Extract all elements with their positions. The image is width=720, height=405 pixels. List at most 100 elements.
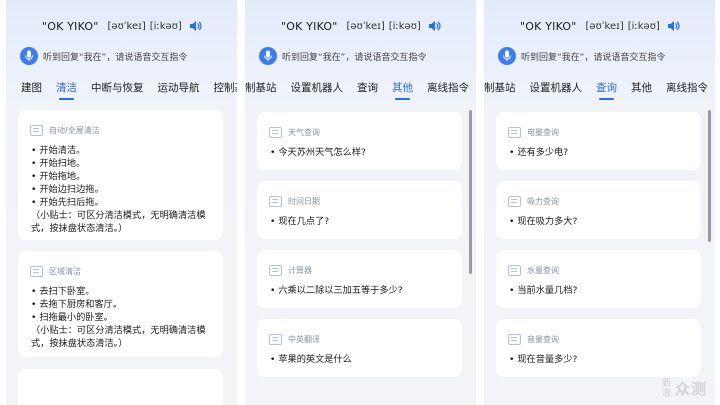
- command-card: 计算器 六乘以二除以三加五等于多少?: [257, 250, 462, 308]
- command-card: 吸力查询 现在吸力多大?: [496, 181, 701, 239]
- microphone-icon[interactable]: [259, 47, 277, 65]
- card-title: 天气查询: [288, 127, 320, 137]
- voice-guide-panel-other: "OK YIKO" [əʊˈkeɪ] [iːkəʊ] 听到回复“我在”，请说语音…: [245, 0, 476, 405]
- phonetic-1: [əʊˈkeɪ]: [585, 20, 624, 32]
- voice-hint: 听到回复“我在”，请说语音交互指令: [259, 46, 476, 66]
- category-icon: [269, 126, 282, 138]
- microphone-icon[interactable]: [498, 47, 516, 65]
- command-item: 开始扫地。: [18, 157, 223, 170]
- tab-offline-commands[interactable]: 离线指令: [427, 80, 469, 100]
- command-item: 现在几点了?: [257, 215, 462, 228]
- hint-text: 听到回复“我在”，请说语音交互指令: [43, 52, 188, 63]
- category-icon: [508, 264, 521, 276]
- command-card: 水量查询 当前水量几档?: [496, 250, 701, 308]
- card-title: 电量查询: [527, 127, 559, 137]
- phonetic-2: [iːkəʊ]: [149, 20, 182, 32]
- command-item: 去扫下卧室。: [18, 285, 223, 298]
- wake-word: "OK YIKO": [520, 19, 577, 33]
- voice-guide-panel-query: "OK YIKO" [əʊˈkeɪ] [iːkəʊ] 听到回复“我在”，请说语音…: [484, 0, 715, 405]
- voice-guide-panel-cleaning: "OK YIKO" [əʊˈkeɪ] [iːkəʊ] 听到回复“我在”，请说语音…: [6, 0, 237, 405]
- category-icon: [508, 195, 521, 207]
- tab-motion-navigation[interactable]: 运动导航: [158, 80, 200, 100]
- watermark-brand: 众测: [674, 380, 707, 398]
- tab-query[interactable]: 查询: [357, 80, 378, 100]
- command-card: 区域清洁 去扫下卧室。 去拖下厨房和客厅。 扫拖最小的卧室。 （小贴士：可区分清…: [18, 251, 223, 357]
- tab-robot-settings[interactable]: 设置机器人: [291, 80, 344, 100]
- card-title: 区域清洁: [49, 266, 81, 276]
- scrollbar[interactable]: [708, 110, 711, 242]
- tab-build-map[interactable]: 建图: [21, 80, 42, 100]
- command-card: 中英翻译 苹果的英文是什么: [257, 319, 462, 377]
- wake-word-row: "OK YIKO" [əʊˈkeɪ] [iːkəʊ]: [281, 16, 476, 36]
- tab-interrupt-resume[interactable]: 中断与恢复: [91, 80, 144, 100]
- command-card: 自动/全屋清洁 开始清洁。 开始扫地。 开始拖地。 开始边扫边拖。 开始先扫后拖…: [18, 110, 223, 240]
- hint-text: 听到回复“我在”，请说语音交互指令: [282, 52, 427, 63]
- command-item: 当前水量几档?: [496, 284, 701, 297]
- wake-word-row: "OK YIKO" [əʊˈkeɪ] [iːkəʊ]: [520, 16, 715, 36]
- category-icon: [30, 124, 43, 136]
- command-item: 现在吸力多大?: [496, 215, 701, 228]
- scrollbar[interactable]: [469, 110, 472, 274]
- phonetic-2: [iːkəʊ]: [627, 20, 660, 32]
- category-tabs: 制基站 设置机器人 查询 其他 离线指令: [484, 80, 708, 100]
- command-item: 苹果的英文是什么: [257, 353, 462, 366]
- phonetic-2: [iːkəʊ]: [388, 20, 421, 32]
- command-item: 开始清洁。: [18, 144, 223, 157]
- wake-word-row: "OK YIKO" [əʊˈkeɪ] [iːkəʊ]: [42, 16, 237, 36]
- category-icon: [30, 265, 43, 277]
- command-card: 电量查询 还有多少电?: [496, 112, 701, 170]
- voice-hint: 听到回复“我在”，请说语音交互指令: [498, 46, 715, 66]
- category-icon: [508, 126, 521, 138]
- command-item: 现在音量多少?: [496, 353, 701, 366]
- card-title: 音量查询: [527, 334, 559, 344]
- command-item: 还有多少电?: [496, 146, 701, 159]
- speaker-icon[interactable]: [427, 19, 441, 33]
- tab-query[interactable]: 查询: [596, 80, 617, 100]
- phonetic-1: [əʊˈkeɪ]: [346, 20, 385, 32]
- tab-other[interactable]: 其他: [631, 80, 652, 100]
- watermark-char: 新: [661, 378, 671, 389]
- tab-offline-commands[interactable]: 离线指令: [666, 80, 708, 100]
- microphone-icon[interactable]: [20, 47, 38, 65]
- category-icon: [269, 264, 282, 276]
- card-title: 水量查询: [527, 265, 559, 275]
- command-item: 开始边扫边拖。: [18, 183, 223, 196]
- voice-hint: 听到回复“我在”，请说语音交互指令: [20, 46, 237, 66]
- card-title: 计算器: [288, 265, 312, 275]
- command-card: 天气查询 今天苏州天气怎么样?: [257, 112, 462, 170]
- category-tabs: 建图 清洁 中断与恢复 运动导航 控制基: [21, 80, 237, 100]
- category-icon: [269, 333, 282, 345]
- command-item: 开始先扫后拖。: [18, 196, 223, 209]
- tip-note: （小贴士：可区分清洁模式，无明确清洁模式，按抹盘状态清洁。）: [31, 325, 206, 349]
- phonetic-1: [əʊˈkeɪ]: [107, 20, 146, 32]
- tab-cleaning[interactable]: 清洁: [56, 80, 77, 100]
- command-item: 扫拖最小的卧室。: [18, 311, 223, 324]
- watermark: 新浪 众测: [662, 378, 707, 399]
- card-title: 中英翻译: [288, 334, 320, 344]
- category-tabs: 制基站 设置机器人 查询 其他 离线指令: [245, 80, 469, 100]
- command-item: 开始拖地。: [18, 170, 223, 183]
- card-title: 时间日期: [288, 196, 320, 206]
- tip-note: （小贴士：可区分清洁模式，无明确清洁模式，按抹盘状态清洁。）: [31, 210, 206, 234]
- tab-robot-settings[interactable]: 设置机器人: [530, 80, 583, 100]
- hint-text: 听到回复“我在”，请说语音交互指令: [521, 52, 666, 63]
- command-card: 时间日期 现在几点了?: [257, 181, 462, 239]
- category-icon: [508, 333, 521, 345]
- command-item: 去拖下厨房和客厅。: [18, 298, 223, 311]
- tab-control-base[interactable]: 控制基: [214, 80, 238, 100]
- command-item: 六乘以二除以三加五等于多少?: [257, 284, 462, 297]
- tab-control-base[interactable]: 制基站: [484, 80, 516, 100]
- speaker-icon[interactable]: [188, 19, 202, 33]
- watermark-char: 浪: [661, 388, 671, 399]
- command-item: 今天苏州天气怎么样?: [257, 146, 462, 159]
- command-card-partial: [18, 369, 223, 405]
- card-title: 自动/全屋清洁: [49, 125, 100, 135]
- category-icon: [269, 195, 282, 207]
- tab-control-base[interactable]: 制基站: [245, 80, 277, 100]
- speaker-icon[interactable]: [666, 19, 680, 33]
- command-card: 音量查询 现在音量多少?: [496, 319, 701, 377]
- wake-word: "OK YIKO": [42, 19, 99, 33]
- wake-word: "OK YIKO": [281, 19, 338, 33]
- tab-other[interactable]: 其他: [392, 80, 413, 100]
- card-title: 吸力查询: [527, 196, 559, 206]
